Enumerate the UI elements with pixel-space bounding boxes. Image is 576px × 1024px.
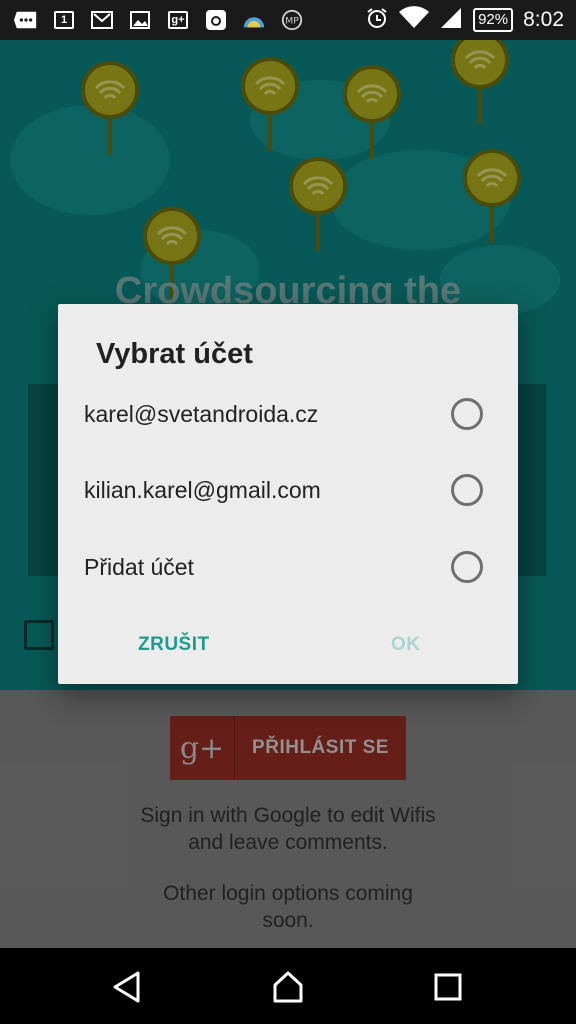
- signal-icon: [439, 6, 463, 35]
- account-option-label: karel@svetandroida.cz: [84, 400, 319, 427]
- overflow-icon: [14, 9, 38, 31]
- account-option-gmail[interactable]: kilian.karel@gmail.com: [58, 452, 518, 528]
- battery-indicator: 92%: [473, 8, 514, 32]
- weather-icon: [242, 9, 266, 31]
- account-option-svetandroida[interactable]: karel@svetandroida.cz: [58, 376, 518, 452]
- instagram-icon: [204, 9, 228, 31]
- svg-text:MP: MP: [285, 16, 299, 27]
- cancel-button[interactable]: ZRUŠIT: [138, 634, 210, 656]
- calendar-icon: 1: [52, 9, 76, 31]
- alarm-icon: [365, 6, 389, 35]
- recents-icon[interactable]: [432, 970, 466, 1004]
- radio-button[interactable]: [451, 398, 483, 430]
- radio-button[interactable]: [451, 551, 483, 583]
- ok-button[interactable]: OK: [391, 634, 421, 656]
- navigation-bar: [0, 948, 576, 1024]
- account-option-label: kilian.karel@gmail.com: [84, 476, 321, 503]
- back-icon[interactable]: [110, 970, 144, 1004]
- app-icon: MP: [280, 9, 304, 31]
- dialog-title: Vybrat účet: [96, 338, 253, 370]
- dialog-actions: ZRUŠIT OK: [58, 622, 518, 670]
- account-picker-dialog: Vybrat účet karel@svetandroida.cz kilian…: [58, 304, 518, 684]
- home-icon[interactable]: [271, 970, 305, 1004]
- gmail-icon: [90, 9, 114, 31]
- radio-button[interactable]: [451, 474, 483, 506]
- gallery-icon: [128, 9, 152, 31]
- google-plus-icon: g+: [166, 9, 190, 31]
- clock: 8:02: [523, 8, 564, 31]
- status-bar: 1 g+ MP 92% 8:02: [0, 0, 576, 40]
- account-option-label: Přidat účet: [84, 553, 194, 580]
- wifi-icon: [399, 5, 430, 35]
- account-option-add[interactable]: Přidat účet: [58, 529, 518, 605]
